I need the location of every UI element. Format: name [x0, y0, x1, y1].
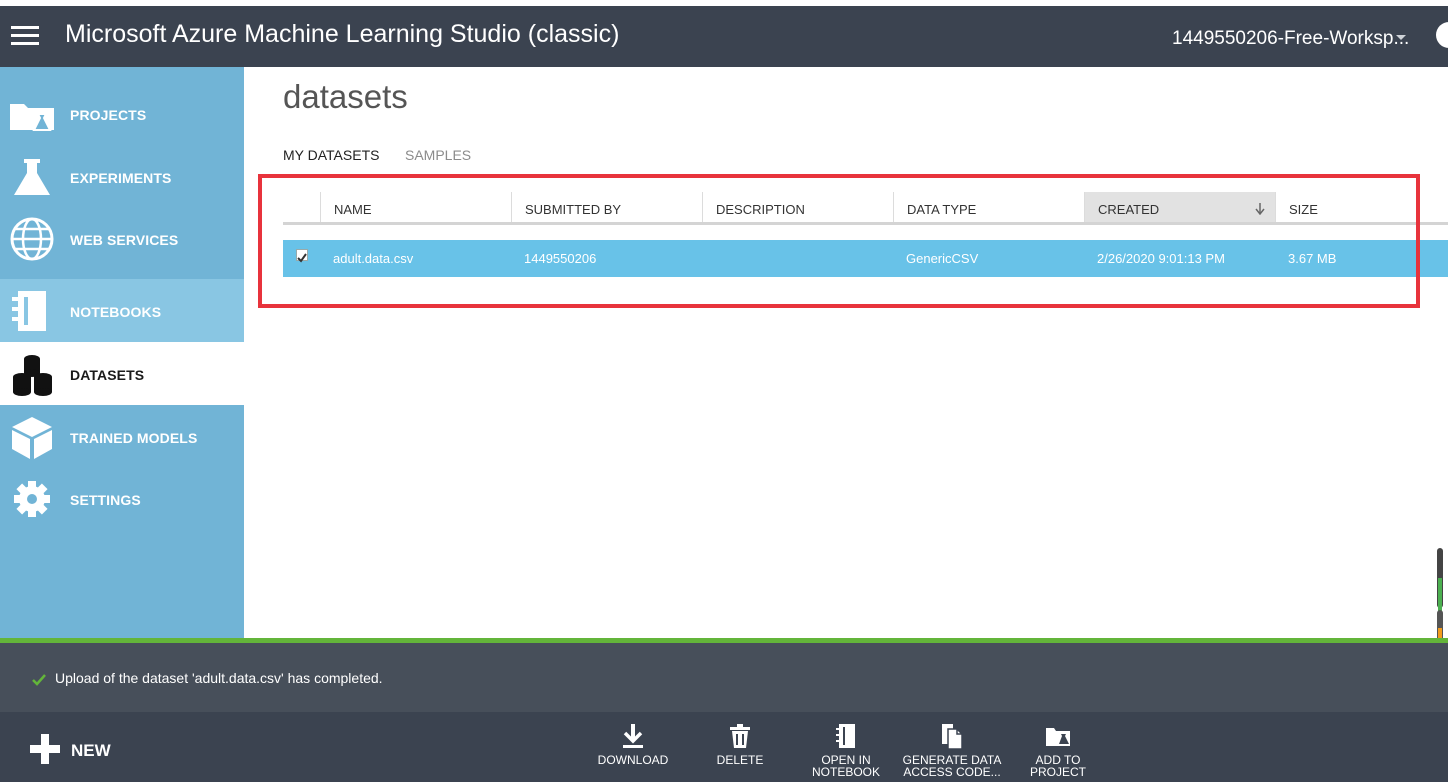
- sidebar-item-label: EXPERIMENTS: [70, 170, 172, 187]
- projects-folder-icon: [1046, 728, 1070, 746]
- table-row[interactable]: adult.data.csv 1449550206 GenericCSV 2/2…: [283, 240, 1448, 277]
- command-bar: NEW DOWNLOAD DELETE OPEN IN NOTEBOOK GEN…: [0, 712, 1448, 782]
- projects-folder-icon: [10, 104, 54, 131]
- flask-icon: [14, 159, 50, 195]
- app-title: Microsoft Azure Machine Learning Studio …: [65, 20, 620, 48]
- column-header-name[interactable]: NAME: [320, 192, 511, 222]
- cell-size: 3.67 MB: [1288, 251, 1337, 266]
- column-header-label: CREATED: [1098, 202, 1160, 217]
- sidebar-item-web-services[interactable]: WEB SERVICES: [0, 207, 244, 270]
- open-in-notebook-label-2: NOTEBOOK: [811, 765, 880, 779]
- table-header: NAME SUBMITTED BY DESCRIPTION DATA TYPE …: [283, 192, 1448, 225]
- sidebar-item-notebooks[interactable]: NOTEBOOKS: [0, 279, 244, 342]
- sidebar: PROJECTS EXPERIMENTS WEB SERVICES NOTEBO…: [0, 67, 244, 638]
- generate-data-access-code-button[interactable]: GENERATE DATA ACCESS CODE...: [902, 722, 1002, 778]
- notebook-icon: [12, 291, 46, 331]
- cell-data-type: GenericCSV: [906, 251, 979, 266]
- copy-document-icon: [942, 724, 963, 750]
- delete-button[interactable]: DELETE: [690, 722, 790, 766]
- top-bar: Microsoft Azure Machine Learning Studio …: [0, 0, 1448, 67]
- sidebar-item-experiments[interactable]: EXPERIMENTS: [0, 145, 244, 208]
- plus-icon: [30, 734, 60, 764]
- sidebar-item-label: WEB SERVICES: [70, 232, 179, 249]
- sidebar-item-label: PROJECTS: [70, 107, 147, 124]
- generate-label-2: ACCESS CODE...: [903, 765, 1001, 779]
- sidebar-item-label: NOTEBOOKS: [70, 304, 162, 321]
- top-edge: [0, 0, 1448, 6]
- sidebar-item-trained-models[interactable]: TRAINED MODELS: [0, 405, 244, 468]
- sort-down-icon: [1255, 203, 1265, 215]
- sidebar-item-label: TRAINED MODELS: [70, 430, 198, 447]
- cube-icon: [12, 417, 52, 459]
- sidebar-item-label: SETTINGS: [70, 492, 141, 509]
- cell-name: adult.data.csv: [333, 251, 414, 266]
- row-checkbox[interactable]: [296, 249, 308, 263]
- download-button[interactable]: DOWNLOAD: [583, 722, 683, 766]
- trash-icon: [730, 724, 750, 748]
- column-header-size[interactable]: SIZE: [1275, 192, 1448, 222]
- column-header-data-type[interactable]: DATA TYPE: [893, 192, 1084, 222]
- open-in-notebook-button[interactable]: OPEN IN NOTEBOOK: [796, 722, 896, 778]
- sidebar-item-settings[interactable]: SETTINGS: [0, 467, 244, 530]
- column-header-created[interactable]: CREATED: [1084, 192, 1275, 222]
- notification-bar: Upload of the dataset 'adult.data.csv' h…: [0, 643, 1448, 712]
- download-icon: [623, 724, 643, 748]
- new-button[interactable]: NEW: [28, 732, 138, 768]
- sidebar-item-datasets[interactable]: DATASETS: [0, 342, 244, 405]
- column-header-submitted-by[interactable]: SUBMITTED BY: [511, 192, 702, 222]
- globe-icon: [10, 217, 54, 261]
- workspace-selector[interactable]: 1449550206-Free-Worksp...: [1172, 28, 1409, 50]
- notification-message: Upload of the dataset 'adult.data.csv' h…: [55, 670, 383, 686]
- chevron-down-icon[interactable]: [1396, 35, 1406, 40]
- delete-label: DELETE: [716, 753, 764, 767]
- download-label: DOWNLOAD: [597, 753, 669, 767]
- checkmark-icon: [297, 253, 307, 263]
- help-icon[interactable]: [1436, 22, 1448, 48]
- add-to-project-button[interactable]: ADD TO PROJECT: [1008, 722, 1108, 778]
- sidebar-item-label: DATASETS: [70, 367, 145, 384]
- new-label: NEW: [71, 741, 111, 760]
- success-check-icon: [32, 674, 46, 686]
- gear-icon: [14, 481, 50, 517]
- tab-my-datasets[interactable]: MY DATASETS: [283, 147, 379, 163]
- cell-created: 2/26/2020 9:01:13 PM: [1097, 251, 1225, 266]
- cell-submitted-by: 1449550206: [524, 251, 597, 266]
- page-title: datasets: [283, 78, 408, 115]
- database-icon: [13, 355, 52, 396]
- tab-samples[interactable]: SAMPLES: [405, 147, 471, 163]
- menu-icon[interactable]: [11, 26, 39, 46]
- add-to-project-label: ADD TO PROJECT: [1029, 753, 1086, 779]
- sidebar-item-projects[interactable]: PROJECTS: [0, 82, 244, 145]
- notebook-icon: [836, 724, 855, 748]
- column-header-description[interactable]: DESCRIPTION: [702, 192, 893, 222]
- select-all-header[interactable]: [283, 192, 320, 222]
